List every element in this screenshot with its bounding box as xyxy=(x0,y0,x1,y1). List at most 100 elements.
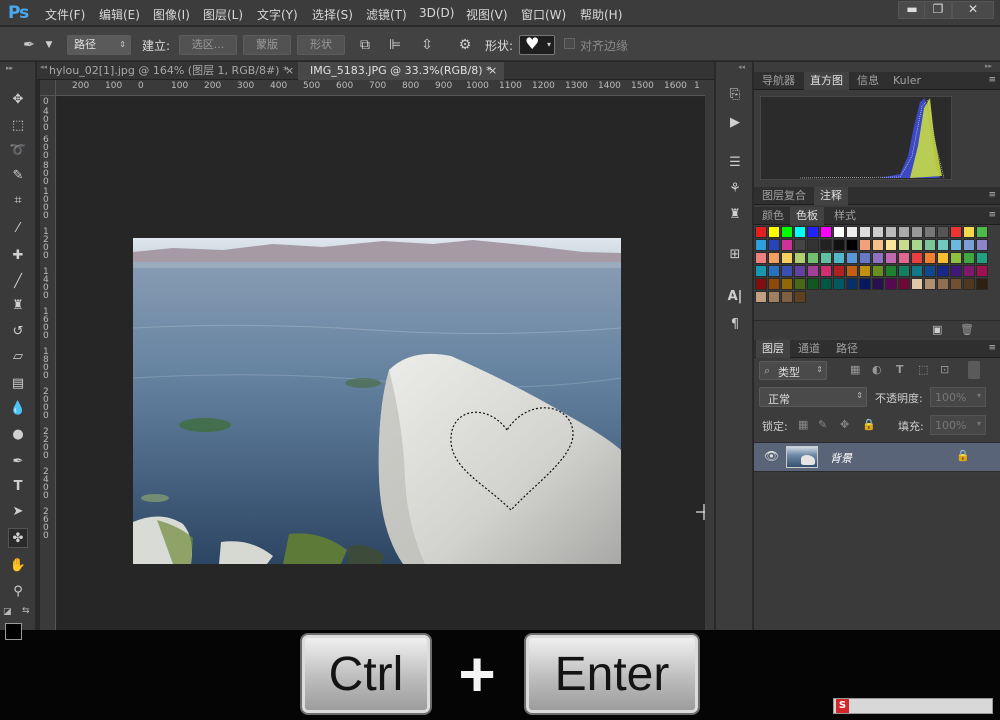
custom-shape-tool-icon[interactable]: ✤ xyxy=(8,528,28,548)
color-swatch[interactable] xyxy=(963,278,975,290)
panel-menu-icon[interactable]: ≡ xyxy=(988,75,996,85)
color-swatch[interactable] xyxy=(807,252,819,264)
color-swatch[interactable] xyxy=(963,226,975,238)
color-swatch[interactable] xyxy=(846,226,858,238)
menu-edit[interactable]: 编辑(E) xyxy=(99,6,140,23)
menu-view[interactable]: 视图(V) xyxy=(466,6,508,23)
zoom-tool-icon[interactable]: ⚲ xyxy=(8,582,28,602)
color-swatch[interactable] xyxy=(755,252,767,264)
eyedropper-tool-icon[interactable]: ⁄ xyxy=(8,219,28,239)
pixel-filter-icon[interactable]: ▦ xyxy=(850,363,860,376)
color-swatch[interactable] xyxy=(859,265,871,277)
clone-source-panel-icon[interactable]: ♜ xyxy=(726,206,744,224)
menu-3d[interactable]: 3D(D) xyxy=(419,6,454,20)
color-swatch[interactable] xyxy=(937,265,949,277)
color-swatch[interactable] xyxy=(781,252,793,264)
color-swatch[interactable] xyxy=(768,265,780,277)
tab-styles[interactable]: 样式 xyxy=(828,207,862,225)
color-swatch[interactable] xyxy=(976,252,988,264)
align-edges-checkbox[interactable] xyxy=(564,38,575,49)
ruler-origin[interactable] xyxy=(40,80,56,96)
opacity-input[interactable]: 100% ▾ xyxy=(930,387,986,407)
color-swatch[interactable] xyxy=(885,278,897,290)
quick-selection-tool-icon[interactable]: ✎ xyxy=(8,166,28,186)
color-swatch[interactable] xyxy=(950,226,962,238)
vertical-scrollbar[interactable] xyxy=(705,80,714,636)
tab-color[interactable]: 颜色 xyxy=(756,207,790,225)
lock-pixels-icon[interactable]: ✎ xyxy=(818,418,827,431)
color-swatch[interactable] xyxy=(885,252,897,264)
color-swatch[interactable] xyxy=(859,278,871,290)
color-swatch[interactable] xyxy=(781,226,793,238)
type-tool-icon[interactable]: T xyxy=(8,477,28,497)
color-swatch[interactable] xyxy=(833,239,845,251)
color-swatch[interactable] xyxy=(924,252,936,264)
color-swatch[interactable] xyxy=(820,278,832,290)
color-swatch[interactable] xyxy=(781,291,793,303)
history-brush-tool-icon[interactable]: ↺ xyxy=(8,322,28,342)
color-swatch[interactable] xyxy=(755,291,767,303)
restore-button[interactable]: ❐ xyxy=(924,1,952,19)
color-swatch[interactable] xyxy=(937,239,949,251)
tool-presets-icon[interactable]: ⊞ xyxy=(726,246,744,264)
color-swatch[interactable] xyxy=(937,226,949,238)
color-swatch[interactable] xyxy=(976,278,988,290)
color-swatch[interactable] xyxy=(872,278,884,290)
tab-img5183[interactable]: IMG_5183.JPG @ 33.3%(RGB/8) * × xyxy=(298,62,504,80)
color-swatch[interactable] xyxy=(820,265,832,277)
color-swatch[interactable] xyxy=(937,278,949,290)
color-swatch[interactable] xyxy=(807,265,819,277)
color-swatch[interactable] xyxy=(768,278,780,290)
type-filter-icon[interactable]: T xyxy=(896,363,904,376)
tab-notes[interactable]: 注释 xyxy=(814,187,848,205)
adjustments-panel-icon[interactable]: ☰ xyxy=(726,154,744,172)
tab-layer-comps[interactable]: 图层复合 xyxy=(756,187,812,205)
color-swatch[interactable] xyxy=(846,278,858,290)
dodge-tool-icon[interactable]: ● xyxy=(8,425,28,445)
new-swatch-icon[interactable]: ▣ xyxy=(932,323,942,336)
actions-play-icon[interactable]: ▶ xyxy=(726,114,744,132)
color-swatch[interactable] xyxy=(976,239,988,251)
tab-kuler[interactable]: Kuler xyxy=(887,72,927,90)
filter-toggle[interactable] xyxy=(968,361,980,379)
layer-filter-select[interactable]: ⌕ 类型 ⇕ xyxy=(759,361,827,380)
color-swatch[interactable] xyxy=(885,265,897,277)
menu-type[interactable]: 文字(Y) xyxy=(257,6,298,23)
collapse-arrows-icon[interactable]: ◂◂ xyxy=(738,63,745,71)
color-swatch[interactable] xyxy=(768,226,780,238)
color-swatch[interactable] xyxy=(950,239,962,251)
trash-icon[interactable]: 🗑 xyxy=(960,323,974,336)
path-alignment-icon[interactable]: ⊫ xyxy=(386,36,404,54)
color-swatch[interactable] xyxy=(807,239,819,251)
color-swatch[interactable] xyxy=(755,239,767,251)
color-swatch[interactable] xyxy=(885,226,897,238)
clone-stamp-tool-icon[interactable]: ♜ xyxy=(8,296,28,316)
canvas-area[interactable] xyxy=(57,97,705,637)
color-swatch[interactable] xyxy=(950,252,962,264)
pen-tool-preset-icon[interactable]: ✒ xyxy=(20,36,38,54)
color-swatch[interactable] xyxy=(781,278,793,290)
color-swatch[interactable] xyxy=(833,265,845,277)
color-swatch[interactable] xyxy=(859,226,871,238)
color-swatch[interactable] xyxy=(794,291,806,303)
collapse-arrows-icon[interactable]: ▸▸ xyxy=(6,64,13,72)
lock-all-icon[interactable]: 🔒 xyxy=(862,418,876,431)
foreground-color-swatch[interactable] xyxy=(5,623,22,640)
color-swatch[interactable] xyxy=(963,239,975,251)
lasso-tool-icon[interactable]: ➰ xyxy=(8,141,28,161)
color-swatch[interactable] xyxy=(833,278,845,290)
eye-visibility-icon[interactable]: 👁 xyxy=(764,449,779,463)
collapse-arrows-icon[interactable]: ▸▸ xyxy=(985,62,992,70)
shape-button[interactable]: 形状 xyxy=(297,35,345,55)
color-swatch[interactable] xyxy=(794,265,806,277)
tab-layers[interactable]: 图层 xyxy=(756,340,790,358)
color-swatch[interactable] xyxy=(794,278,806,290)
color-swatch[interactable] xyxy=(898,226,910,238)
color-swatch[interactable] xyxy=(911,239,923,251)
color-swatch[interactable] xyxy=(833,252,845,264)
color-swatch[interactable] xyxy=(820,252,832,264)
color-swatch[interactable] xyxy=(924,226,936,238)
adjustment-filter-icon[interactable]: ◐ xyxy=(872,363,882,376)
crop-tool-icon[interactable]: ⌗ xyxy=(8,191,28,211)
color-swatch[interactable] xyxy=(963,252,975,264)
